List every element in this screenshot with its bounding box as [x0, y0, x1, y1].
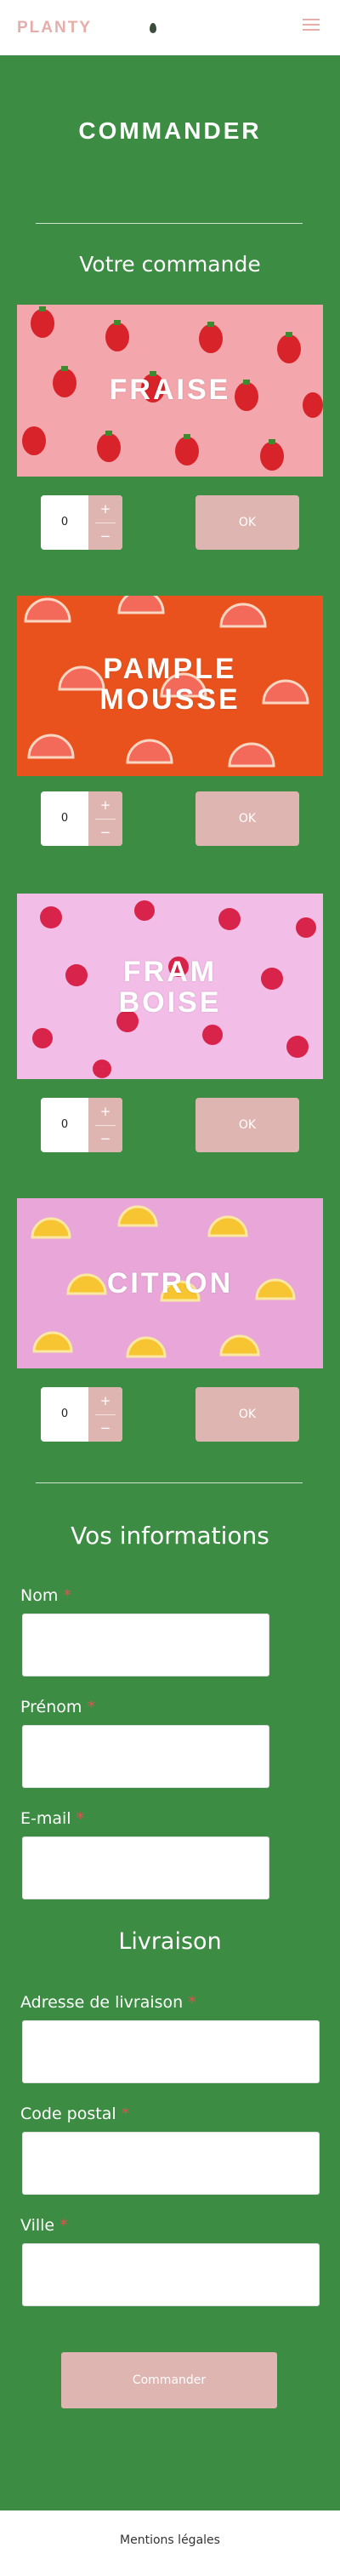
increment-button[interactable]: +	[88, 1387, 122, 1414]
product-name-pamplemousse-line2: MOUSSE	[99, 683, 241, 716]
commander-button[interactable]: Commander	[61, 2352, 277, 2408]
quantity-value[interactable]: 0	[41, 1098, 88, 1152]
quantity-stepper[interactable]: 0 + −	[41, 495, 122, 550]
site-footer: Mentions légales	[0, 2510, 340, 2576]
required-marker: *	[63, 1586, 71, 1605]
quantity-value[interactable]: 0	[41, 1387, 88, 1442]
ok-button[interactable]: OK	[196, 495, 299, 550]
product-image-fraise: FRAISE	[17, 305, 323, 477]
quantity-controls: + −	[88, 1387, 122, 1442]
order-heading: Votre commande	[79, 252, 261, 277]
ville-field[interactable]	[22, 2243, 320, 2306]
adresse-label: Adresse de livraison *	[20, 1993, 196, 2012]
product-image-framboise: FRAM BOISE	[17, 894, 323, 1079]
decrement-button[interactable]: −	[88, 1125, 122, 1152]
divider	[36, 223, 303, 224]
info-heading: Vos informations	[71, 1522, 269, 1550]
increment-button[interactable]: +	[88, 495, 122, 523]
quantity-controls: + −	[88, 495, 122, 550]
decrement-button[interactable]: −	[88, 819, 122, 846]
quantity-stepper[interactable]: 0 + −	[41, 1098, 122, 1152]
product-image-citron: CITRON	[17, 1198, 323, 1368]
email-field[interactable]	[22, 1836, 269, 1899]
nom-label: Nom *	[20, 1586, 71, 1605]
logo[interactable]: PLANTY	[17, 19, 92, 37]
site-header: PLANTY	[0, 0, 340, 55]
product-name-citron: CITRON	[106, 1267, 234, 1299]
legal-link[interactable]: Mentions légales	[0, 2533, 340, 2547]
quantity-controls: + −	[88, 791, 122, 846]
hamburger-menu-icon[interactable]	[303, 19, 320, 36]
quantity-value[interactable]: 0	[41, 495, 88, 550]
code-postal-label: Code postal *	[20, 2105, 130, 2123]
product-name-framboise-line1: FRAM	[122, 956, 218, 988]
ok-button[interactable]: OK	[196, 1387, 299, 1442]
quantity-value[interactable]: 0	[41, 791, 88, 846]
ok-button[interactable]: OK	[196, 1098, 299, 1152]
required-marker: *	[121, 2105, 130, 2123]
product-name-fraise: FRAISE	[109, 374, 231, 406]
leaf-icon	[150, 23, 156, 33]
divider	[36, 1482, 303, 1483]
increment-button[interactable]: +	[88, 1098, 122, 1125]
email-label: E-mail *	[20, 1809, 85, 1828]
quantity-stepper[interactable]: 0 + −	[41, 791, 122, 846]
nom-field[interactable]	[22, 1614, 269, 1676]
code-postal-field[interactable]	[22, 2132, 320, 2195]
required-marker: *	[60, 2216, 68, 2235]
quantity-stepper[interactable]: 0 + −	[41, 1387, 122, 1442]
adresse-field[interactable]	[22, 2020, 320, 2083]
page-title: COMMANDER	[78, 117, 262, 144]
required-marker: *	[188, 1993, 196, 2012]
prenom-label: Prénom *	[20, 1698, 95, 1716]
ville-label: Ville *	[20, 2216, 68, 2235]
quantity-controls: + −	[88, 1098, 122, 1152]
product-name-framboise-line2: BOISE	[118, 986, 222, 1019]
product-name-pamplemousse-line1: PAMPLE	[103, 653, 237, 685]
prenom-field[interactable]	[22, 1725, 269, 1788]
decrement-button[interactable]: −	[88, 523, 122, 550]
required-marker: *	[87, 1698, 95, 1716]
product-image-pamplemousse: PAMPLE MOUSSE	[17, 596, 323, 776]
required-marker: *	[76, 1809, 85, 1828]
decrement-button[interactable]: −	[88, 1414, 122, 1442]
increment-button[interactable]: +	[88, 791, 122, 819]
delivery-heading: Livraison	[118, 1928, 222, 1955]
ok-button[interactable]: OK	[196, 791, 299, 846]
